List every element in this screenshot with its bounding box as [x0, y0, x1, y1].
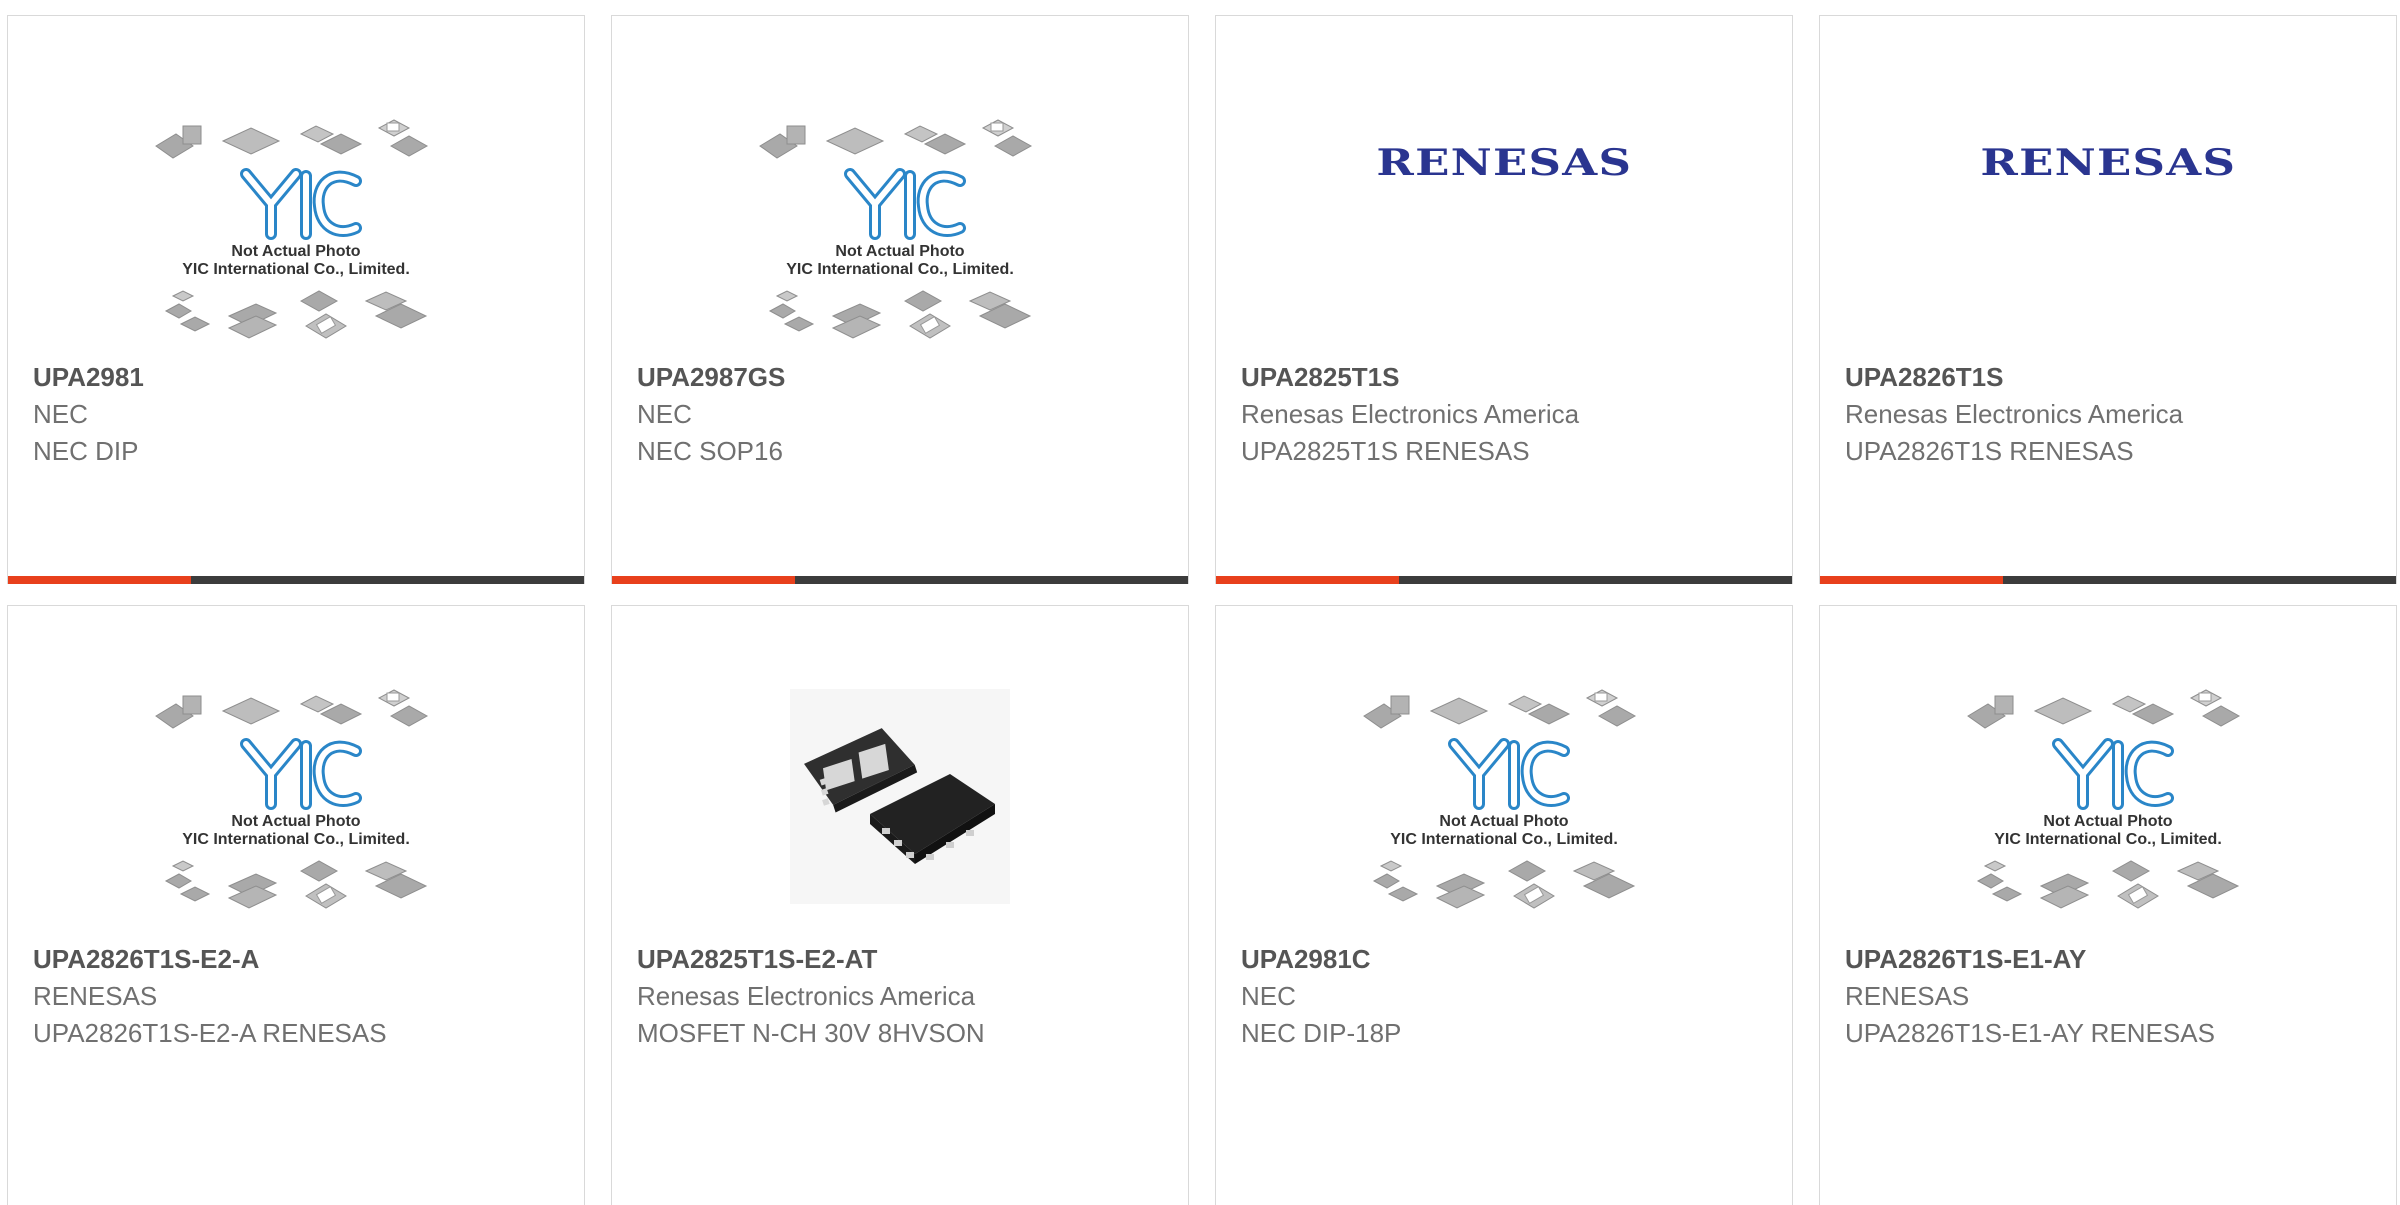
description: UPA2826T1S-E2-A RENESAS [33, 1018, 387, 1048]
part-number[interactable]: UPA2981C [1241, 941, 1772, 978]
product-info: UPA2987GS NEC NEC SOP16 [637, 359, 1168, 470]
placeholder-subtitle: YIC International Co., Limited. [182, 261, 410, 278]
product-image[interactable] [612, 666, 1188, 936]
placeholder-subtitle: YIC International Co., Limited. [1994, 831, 2222, 848]
product-card[interactable]: Not Actual Photo YIC International Co., … [7, 605, 585, 1205]
mosfet-package-image [790, 688, 1010, 904]
part-number[interactable]: UPA2826T1S-E1-AY [1845, 941, 2376, 978]
product-info: UPA2825T1S Renesas Electronics America U… [1241, 359, 1772, 470]
renesas-logo: RENESAS [1980, 142, 2236, 184]
description: NEC DIP-18P [1241, 1018, 1402, 1048]
part-number[interactable]: UPA2987GS [637, 359, 1168, 396]
part-number[interactable]: UPA2825T1S [1241, 359, 1772, 396]
manufacturer: NEC [1241, 981, 1296, 1011]
product-image[interactable]: Not Actual Photo YIC International Co., … [8, 666, 584, 936]
product-card[interactable]: Not Actual Photo YIC International Co., … [7, 15, 585, 584]
yic-placeholder-image: Not Actual Photo YIC International Co., … [1967, 689, 2241, 909]
manufacturer: RENESAS [1845, 981, 1970, 1011]
product-info: UPA2826T1S-E2-A RENESAS UPA2826T1S-E2-A … [33, 941, 564, 1052]
placeholder-subtitle: YIC International Co., Limited. [786, 261, 1014, 278]
manufacturer: Renesas Electronics America [637, 981, 976, 1011]
product-image[interactable]: RENESAS [1820, 96, 2396, 366]
manufacturer: NEC [33, 399, 88, 429]
manufacturer: Renesas Electronics America [1241, 399, 1580, 429]
yic-placeholder-image: Not Actual Photo YIC International Co., … [155, 119, 429, 339]
yic-placeholder-image: Not Actual Photo YIC International Co., … [1363, 689, 1637, 909]
card-accent-bar [1216, 576, 1792, 584]
product-info: UPA2826T1S Renesas Electronics America U… [1845, 359, 2376, 470]
description: NEC SOP16 [637, 436, 783, 466]
product-info: UPA2981C NEC NEC DIP-18P [1241, 941, 1772, 1052]
product-image[interactable]: RENESAS [1216, 96, 1792, 366]
yic-placeholder-image: Not Actual Photo YIC International Co., … [759, 119, 1033, 339]
product-card[interactable]: Not Actual Photo YIC International Co., … [611, 15, 1189, 584]
placeholder-title: Not Actual Photo [231, 243, 360, 260]
part-number[interactable]: UPA2981 [33, 359, 564, 396]
product-card[interactable]: UPA2825T1S-E2-AT Renesas Electronics Ame… [611, 605, 1189, 1205]
placeholder-title: Not Actual Photo [231, 813, 360, 830]
placeholder-subtitle: YIC International Co., Limited. [182, 831, 410, 848]
description: NEC DIP [33, 436, 139, 466]
product-grid: Not Actual Photo YIC International Co., … [0, 0, 2400, 1205]
yic-logo [844, 168, 966, 240]
yic-logo [240, 168, 362, 240]
part-number[interactable]: UPA2826T1S [1845, 359, 2376, 396]
part-number[interactable]: UPA2825T1S-E2-AT [637, 941, 1168, 978]
yic-logo [2052, 738, 2174, 810]
placeholder-title: Not Actual Photo [1439, 813, 1568, 830]
manufacturer: Renesas Electronics America [1845, 399, 2184, 429]
product-image[interactable]: Not Actual Photo YIC International Co., … [8, 96, 584, 366]
product-image[interactable]: Not Actual Photo YIC International Co., … [1216, 666, 1792, 936]
part-number[interactable]: UPA2826T1S-E2-A [33, 941, 564, 978]
manufacturer: RENESAS [33, 981, 158, 1011]
product-info: UPA2825T1S-E2-AT Renesas Electronics Ame… [637, 941, 1168, 1052]
card-accent-bar [8, 576, 584, 584]
yic-logo [240, 738, 362, 810]
card-accent-bar [612, 576, 1188, 584]
product-card[interactable]: Not Actual Photo YIC International Co., … [1215, 605, 1793, 1205]
product-image[interactable]: Not Actual Photo YIC International Co., … [612, 96, 1188, 366]
product-card[interactable]: RENESAS UPA2825T1S Renesas Electronics A… [1215, 15, 1793, 584]
placeholder-title: Not Actual Photo [2043, 813, 2172, 830]
placeholder-subtitle: YIC International Co., Limited. [1390, 831, 1618, 848]
description: UPA2825T1S RENESAS [1241, 436, 1530, 466]
product-card[interactable]: Not Actual Photo YIC International Co., … [1819, 605, 2397, 1205]
yic-logo [1448, 738, 1570, 810]
product-info: UPA2826T1S-E1-AY RENESAS UPA2826T1S-E1-A… [1845, 941, 2376, 1052]
product-image[interactable]: Not Actual Photo YIC International Co., … [1820, 666, 2396, 936]
placeholder-title: Not Actual Photo [835, 243, 964, 260]
yic-placeholder-image: Not Actual Photo YIC International Co., … [155, 689, 429, 909]
product-card[interactable]: RENESAS UPA2826T1S Renesas Electronics A… [1819, 15, 2397, 584]
description: UPA2826T1S RENESAS [1845, 436, 2134, 466]
description: UPA2826T1S-E1-AY RENESAS [1845, 1018, 2215, 1048]
card-accent-bar [1820, 576, 2396, 584]
product-info: UPA2981 NEC NEC DIP [33, 359, 564, 470]
renesas-logo: RENESAS [1376, 142, 1632, 184]
manufacturer: NEC [637, 399, 692, 429]
description: MOSFET N-CH 30V 8HVSON [637, 1018, 985, 1048]
